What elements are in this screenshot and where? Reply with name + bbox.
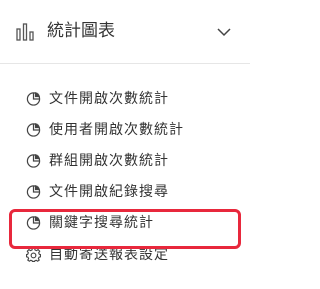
chevron-down-icon[interactable] [216, 24, 232, 40]
menu-item-user-open-count[interactable]: 使用者開啟次數統計 [0, 115, 250, 145]
pie-chart-icon [26, 184, 41, 199]
bar-chart-icon [16, 23, 34, 41]
menu-item-document-open-count[interactable]: 文件開啟次數統計 [0, 84, 250, 114]
menu-item-document-open-log-search[interactable]: 文件開啟紀錄搜尋 [0, 177, 250, 207]
pie-chart-icon [26, 91, 41, 106]
menu-item-label: 文件開啟次數統計 [49, 91, 169, 107]
menu-section-header[interactable]: 統計圖表 [0, 0, 250, 64]
section-title: 統計圖表 [47, 21, 115, 41]
menu-item-label: 群組開啟次數統計 [49, 153, 169, 169]
menu-item-label: 使用者開啟次數統計 [49, 122, 184, 138]
pie-chart-icon [26, 153, 41, 168]
menu-item-group-open-count[interactable]: 群組開啟次數統計 [0, 146, 250, 176]
gear-icon [26, 247, 41, 262]
statistics-menu-panel: 統計圖表 文件開啟次數統計 使用者開啟次數統計 群組開啟次數統計 文件開啟紀錄搜… [0, 0, 250, 289]
menu-item-label: 文件開啟紀錄搜尋 [49, 184, 169, 200]
pie-chart-icon [26, 122, 41, 137]
highlight-box [9, 209, 241, 249]
